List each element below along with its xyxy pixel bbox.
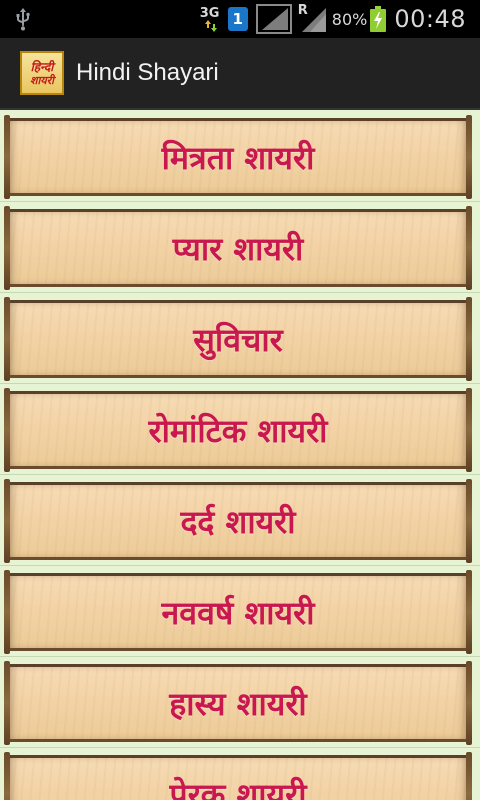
menu-item-label: दर्द शायरी — [180, 502, 296, 541]
menu-item-label: प्रेरक शायरी — [169, 775, 307, 800]
menu-item-motivational-shayari[interactable]: प्रेरक शायरी — [4, 752, 472, 800]
menu-item-sad-shayari[interactable]: दर्द शायरी — [4, 479, 472, 563]
usb-icon — [16, 8, 30, 31]
list-divider — [0, 565, 480, 566]
menu-item-suvichar[interactable]: सुविचार — [4, 297, 472, 381]
app-title: Hindi Shayari — [76, 59, 219, 86]
app-icon-line1: हिन्दी — [30, 59, 54, 74]
battery-percent: 80% — [331, 9, 368, 29]
data-arrows-icon — [204, 20, 217, 32]
network-type-label: 3G — [199, 6, 220, 21]
list-divider — [0, 383, 480, 384]
battery-charging-icon — [370, 6, 387, 32]
network-indicator: 3G — [200, 4, 222, 34]
menu-item-friendship-shayari[interactable]: मित्रता शायरी — [4, 115, 472, 199]
menu-item-romantic-shayari[interactable]: रोमांटिक शायरी — [4, 388, 472, 472]
menu-item-label: प्यार शायरी — [172, 229, 304, 268]
list-divider — [0, 747, 480, 748]
menu-list-container[interactable]: मित्रता शायरी प्यार शायरी सुविचार रोमांट… — [0, 110, 480, 800]
list-divider — [0, 292, 480, 293]
app-icon[interactable]: हिन्दी शायरी — [20, 51, 64, 95]
action-bar: हिन्दी शायरी Hindi Shayari — [0, 38, 480, 110]
signal-icon — [255, 4, 292, 34]
list-divider — [0, 656, 480, 657]
status-bar: 3G 1 R 80% 00:48 — [0, 0, 480, 38]
menu-item-label: हास्य शायरी — [169, 684, 307, 723]
clock: 00:48 — [394, 5, 466, 33]
sim-icon: 1 — [227, 7, 248, 31]
app-icon-line2: शायरी — [29, 73, 55, 87]
list-divider — [0, 474, 480, 475]
menu-item-label: नववर्ष शायरी — [161, 593, 315, 632]
menu-item-funny-shayari[interactable]: हास्य शायरी — [4, 661, 472, 745]
status-icons: 3G 1 R 80% 00:48 — [200, 0, 466, 38]
list-divider — [0, 201, 480, 202]
menu-item-label: मित्रता शायरी — [161, 138, 315, 177]
signal-roaming-icon: R — [298, 3, 328, 34]
menu-item-label: रोमांटिक शायरी — [148, 411, 328, 450]
menu-item-label: सुविचार — [193, 320, 283, 359]
menu-item-love-shayari[interactable]: प्यार शायरी — [4, 206, 472, 290]
menu-item-new-year-shayari[interactable]: नववर्ष शायरी — [4, 570, 472, 654]
